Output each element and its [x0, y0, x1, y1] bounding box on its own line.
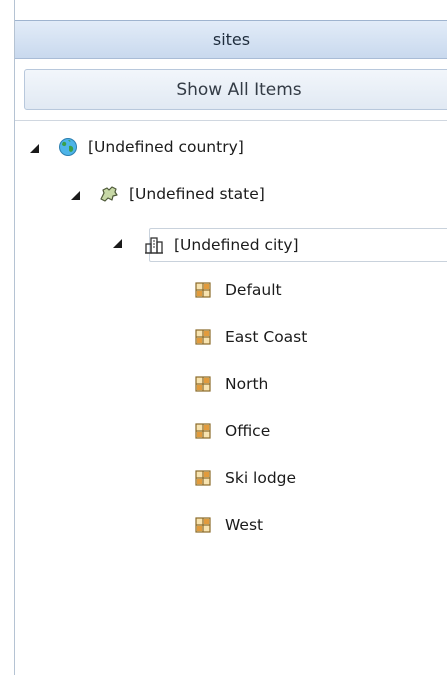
site-grid-icon — [195, 515, 215, 535]
tree-leaf-site[interactable]: Default — [195, 275, 282, 305]
site-grid-icon — [195, 280, 215, 300]
site-grid-icon — [195, 468, 215, 488]
tree-leaf-label: Office — [225, 422, 271, 440]
tree-leaf-site[interactable]: North — [195, 369, 268, 399]
tree-leaf-label: Ski lodge — [225, 469, 297, 487]
panel-title: sites — [212, 30, 251, 49]
tree-leaf-label: Default — [225, 281, 282, 299]
tree-node-label: [Undefined country] — [88, 138, 244, 156]
state-expand-toggle[interactable] — [71, 191, 80, 200]
site-grid-icon — [195, 374, 215, 394]
tree-node-label: [Undefined state] — [129, 185, 265, 203]
globe-icon — [58, 137, 78, 157]
tree-leaf-label: North — [225, 375, 269, 393]
tree-leaf-site[interactable]: Office — [195, 416, 270, 446]
tree-leaf-site[interactable]: West — [195, 510, 263, 540]
divider — [15, 120, 447, 121]
tree-node-state[interactable]: [Undefined state] — [99, 179, 265, 209]
tree-node-city[interactable]: [Undefined city] — [144, 230, 299, 260]
site-grid-icon — [195, 421, 215, 441]
country-expand-toggle[interactable] — [30, 144, 39, 153]
tree-leaf-label: East Coast — [225, 328, 308, 346]
panel-header: sites — [15, 20, 447, 59]
sites-panel: sites Show All Items [Undefined country]… — [14, 0, 447, 675]
tree-node-country[interactable]: [Undefined country] — [58, 132, 244, 162]
city-expand-toggle[interactable] — [113, 239, 122, 248]
tree-leaf-site[interactable]: East Coast — [195, 322, 307, 352]
map-state-icon — [99, 184, 119, 204]
show-all-items-button[interactable]: Show All Items — [24, 69, 447, 110]
tree-leaf-site[interactable]: Ski lodge — [195, 463, 296, 493]
buildings-icon — [144, 235, 164, 255]
tree-leaf-label: West — [225, 516, 264, 534]
tree-node-label: [Undefined city] — [174, 236, 299, 254]
site-grid-icon — [195, 327, 215, 347]
